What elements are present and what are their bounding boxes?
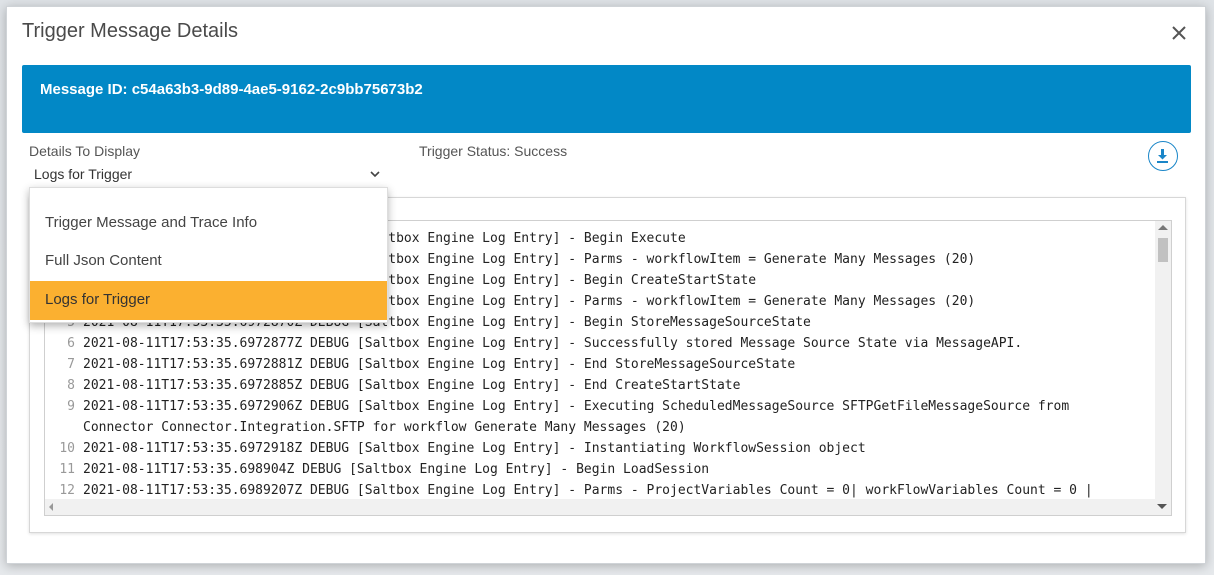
horizontal-scrollbar[interactable] bbox=[45, 499, 1171, 515]
chevron-down-icon bbox=[370, 171, 380, 178]
close-button[interactable] bbox=[1169, 23, 1189, 43]
log-line: 8 2021-08-11T17:53:35.6972885Z DEBUG [Sal… bbox=[45, 375, 1153, 396]
scroll-down-icon bbox=[1157, 504, 1167, 509]
download-button[interactable] bbox=[1148, 141, 1178, 171]
option-label: Logs for Trigger bbox=[45, 291, 151, 308]
trigger-status: Trigger Status: Success bbox=[419, 143, 568, 159]
message-id: Message ID: c54a63b3-9d89-4ae5-9162-2c9b… bbox=[40, 81, 423, 98]
details-to-display-label: Details To Display bbox=[29, 143, 141, 159]
log-line: 12 2021-08-11T17:53:35.6989207Z DEBUG [Sa… bbox=[45, 480, 1153, 501]
log-line: 10 2021-08-11T17:53:35.6972918Z DEBUG [Sa… bbox=[45, 438, 1153, 459]
log-text: 2021-08-11T17:53:35.6989207Z DEBUG [Salt… bbox=[83, 483, 1093, 498]
line-number: 10 bbox=[59, 441, 75, 456]
log-text: 2021-08-11T17:53:35.6972877Z DEBUG [Salt… bbox=[83, 336, 1023, 351]
log-text: 2021-08-11T17:53:35.6972881Z DEBUG [Salt… bbox=[83, 357, 796, 372]
log-text: 2021-08-11T17:53:35.6972906Z DEBUG [Salt… bbox=[83, 399, 1077, 435]
log-text: 2021-08-11T17:53:35.698904Z DEBUG [Saltb… bbox=[83, 462, 710, 477]
line-number: 12 bbox=[59, 483, 75, 498]
option-label: Full Json Content bbox=[45, 252, 162, 269]
message-id-banner: Message ID: c54a63b3-9d89-4ae5-9162-2c9b… bbox=[22, 65, 1191, 133]
scroll-left-icon bbox=[49, 503, 53, 511]
details-select[interactable]: Logs for Trigger bbox=[29, 163, 385, 188]
log-line: 9 2021-08-11T17:53:35.6972906Z DEBUG [Sal… bbox=[45, 396, 1153, 438]
close-icon bbox=[1172, 26, 1186, 40]
log-text: 2021-08-11T17:53:35.6972885Z DEBUG [Salt… bbox=[83, 378, 741, 393]
modal-title: Trigger Message Details bbox=[22, 20, 239, 42]
line-number: 6 bbox=[67, 336, 75, 351]
option-label: Trigger Message and Trace Info bbox=[45, 214, 258, 231]
line-number: 8 bbox=[67, 378, 75, 393]
line-number: 7 bbox=[67, 357, 75, 372]
trigger-message-modal: Trigger Message Details Message ID: c54a… bbox=[6, 6, 1206, 564]
scroll-thumb[interactable] bbox=[1158, 238, 1168, 262]
details-select-value: Logs for Trigger bbox=[34, 166, 133, 182]
details-dropdown-menu: Trigger Message and Trace Info Full Json… bbox=[29, 187, 388, 323]
option-full-json[interactable]: Full Json Content bbox=[30, 242, 387, 281]
option-trigger-message-trace[interactable]: Trigger Message and Trace Info bbox=[30, 204, 387, 243]
option-logs-for-trigger[interactable]: Logs for Trigger bbox=[30, 281, 387, 320]
vertical-scrollbar[interactable] bbox=[1155, 221, 1171, 499]
log-line: 7 2021-08-11T17:53:35.6972881Z DEBUG [Sal… bbox=[45, 354, 1153, 375]
line-number: 9 bbox=[67, 399, 75, 414]
log-line: 6 2021-08-11T17:53:35.6972877Z DEBUG [Sal… bbox=[45, 333, 1153, 354]
scroll-up-icon bbox=[1158, 225, 1168, 230]
download-icon bbox=[1157, 149, 1168, 163]
log-text: 2021-08-11T17:53:35.6972918Z DEBUG [Salt… bbox=[83, 441, 866, 456]
log-line: 11 2021-08-11T17:53:35.698904Z DEBUG [Sal… bbox=[45, 459, 1153, 480]
line-number: 11 bbox=[59, 462, 75, 477]
